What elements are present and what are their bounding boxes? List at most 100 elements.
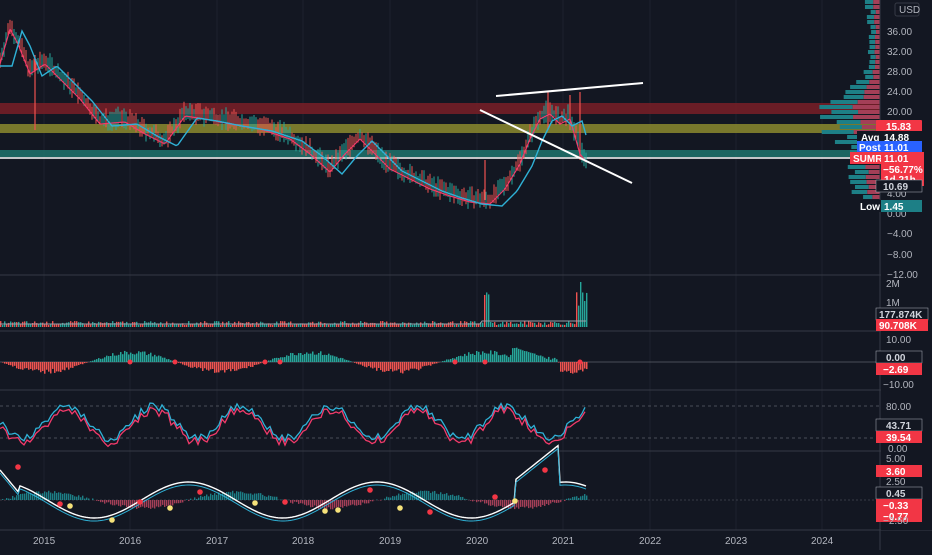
volume-bar <box>60 324 61 327</box>
volume-bar <box>180 324 181 327</box>
osc-bar <box>26 492 27 500</box>
macd-zero-value: 0.00 <box>886 353 906 364</box>
volume-bar <box>394 322 395 327</box>
volume-bar <box>406 324 407 327</box>
osc-bar <box>356 500 357 506</box>
profile-bar-down <box>867 85 880 89</box>
volume-bar <box>548 324 549 327</box>
macd-bar <box>112 353 114 362</box>
osc-bar <box>474 500 475 501</box>
macd-bar <box>344 359 346 362</box>
volume-bar <box>358 323 359 327</box>
macd-bar <box>20 362 22 369</box>
macd-bar <box>12 362 14 367</box>
macd-bar <box>274 358 276 362</box>
osc-bar <box>520 500 521 507</box>
macd-bar <box>448 359 450 362</box>
osc-bar <box>472 500 473 501</box>
profile-bar-up <box>820 115 853 119</box>
osc-bar <box>444 494 445 500</box>
volume-bar <box>206 323 207 327</box>
osc-bar <box>62 494 63 500</box>
macd-dot <box>483 360 488 365</box>
profile-bar-up <box>822 130 854 134</box>
osc-dot <box>137 499 143 505</box>
macd-bar <box>342 358 344 362</box>
osc-bar <box>564 500 565 501</box>
macd-bar <box>56 362 58 371</box>
osc-tick-2-5: 2.50 <box>886 477 906 488</box>
time-tick: 2024 <box>811 536 834 547</box>
osc-dot <box>67 503 73 509</box>
osc-bar <box>498 500 499 506</box>
osc-bar <box>96 500 97 501</box>
price-tick: 32.00 <box>887 47 912 58</box>
stoch-d-value: 39.54 <box>886 433 911 444</box>
osc-bar <box>320 500 321 508</box>
profile-bar-up <box>835 140 860 144</box>
volume-bar <box>514 324 515 327</box>
macd-bar <box>116 356 118 362</box>
macd-bar <box>272 359 274 362</box>
macd-bar <box>506 356 508 362</box>
osc-bar <box>210 494 211 500</box>
volume-bar <box>366 323 367 327</box>
time-tick: 2020 <box>466 536 489 547</box>
volume-bar <box>540 323 541 327</box>
macd-bar <box>70 362 72 368</box>
macd-bar <box>354 362 356 363</box>
profile-bar-down <box>866 165 880 169</box>
macd-bar <box>490 350 492 362</box>
osc-bar <box>338 500 339 507</box>
volume-bar <box>162 325 163 327</box>
osc-bar <box>558 500 559 503</box>
osc-bar <box>114 500 115 505</box>
osc-dot <box>322 508 328 514</box>
volume-bar <box>246 322 247 327</box>
time-tick: 2016 <box>119 536 142 547</box>
macd-bar <box>98 358 100 362</box>
red-zone <box>0 103 880 114</box>
volume-bar <box>84 325 85 327</box>
volume-bar <box>454 325 455 327</box>
volume-bar <box>96 324 97 327</box>
osc-bar <box>306 500 307 506</box>
osc-bar <box>6 498 7 500</box>
macd-bar <box>224 362 226 372</box>
macd-bar <box>4 362 6 364</box>
macd-bar <box>248 362 250 366</box>
osc-bar <box>98 500 99 501</box>
chart-canvas[interactable]: USD 36.0032.0028.0024.0020.0016.0012.008… <box>0 0 932 550</box>
macd-bar <box>548 357 550 362</box>
osc-bar <box>254 494 255 500</box>
macd-bar <box>16 362 18 368</box>
osc-bar <box>182 500 183 502</box>
macd-bar <box>554 358 556 362</box>
osc-dot <box>252 500 258 506</box>
volume-bar <box>20 324 21 327</box>
osc-bar <box>446 493 447 500</box>
volume-bar <box>422 324 423 327</box>
osc-bar <box>256 494 257 500</box>
osc-bar <box>398 494 399 500</box>
osc-bar <box>154 500 155 509</box>
osc-bar <box>348 500 349 506</box>
osc-bar <box>190 499 191 500</box>
profile-bar-up <box>819 105 852 109</box>
macd-bar <box>468 352 470 362</box>
chart-app[interactable]: USD 36.0032.0028.0024.0020.0016.0012.008… <box>0 0 932 550</box>
profile-bar-down <box>874 15 880 19</box>
profile-bar-up <box>865 0 873 4</box>
time-tick: 2017 <box>206 536 229 547</box>
macd-bar <box>416 362 418 369</box>
profile-bar-up <box>868 50 875 54</box>
osc-bar <box>110 500 111 504</box>
osc-bar <box>136 500 137 509</box>
macd-bar <box>66 362 68 368</box>
osc-bar <box>122 500 123 505</box>
osc-bar <box>360 500 361 505</box>
osc-bar <box>266 497 267 500</box>
volume-bar <box>230 325 231 327</box>
volume-bar <box>186 325 187 327</box>
volume-bar <box>448 322 449 327</box>
